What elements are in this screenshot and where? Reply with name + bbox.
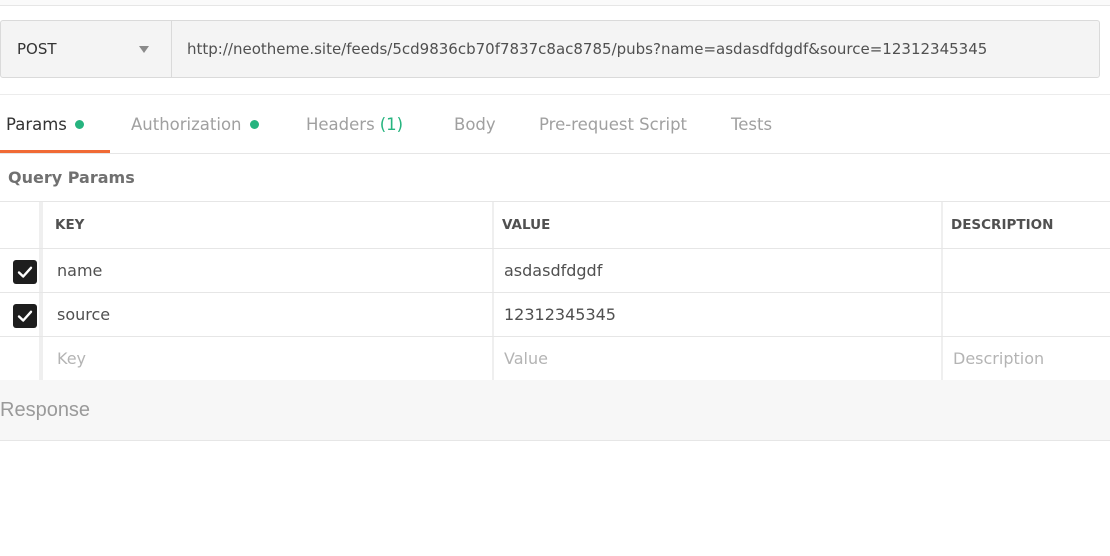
table-header-row: KEY VALUE DESCRIPTION [0,202,1110,249]
url-input[interactable]: http://neotheme.site/feeds/5cd9836cb70f7… [172,21,1099,77]
tab-headers-count: (1) [379,115,404,134]
response-label: Response [0,398,91,421]
table-row: source 12312345345 [0,293,1110,337]
column-header-description: DESCRIPTION [951,217,1054,233]
new-description-input[interactable]: Description [943,337,1110,380]
query-params-table: KEY VALUE DESCRIPTION name asdasdfdgdf s… [0,201,1110,381]
method-select[interactable]: POST [1,21,172,77]
active-tab-indicator [0,150,110,153]
tab-headers-label: Headers [306,115,375,134]
header-check-cell [0,202,43,248]
new-key-input[interactable]: Key [47,337,492,380]
tab-headers[interactable]: Headers (1) [306,95,403,154]
param-value-input[interactable]: 12312345345 [494,293,941,336]
checkbox-checked-icon[interactable] [13,260,37,284]
response-section: Response [0,380,1110,441]
chevron-down-icon[interactable] [139,46,149,53]
param-key-input[interactable]: source [47,293,492,336]
checkbox-checked-icon[interactable] [13,304,37,328]
column-header-key: KEY [55,217,85,233]
tab-authorization-label: Authorization [131,115,242,134]
new-value-input[interactable]: Value [494,337,941,380]
empty-check-cell [0,337,43,380]
status-dot-icon [74,120,84,129]
top-strip [0,0,1110,6]
tab-tests[interactable]: Tests [731,95,772,154]
request-bar: POST http://neotheme.site/feeds/5cd9836c… [0,20,1100,78]
tab-params-label: Params [6,115,67,134]
param-description-input[interactable] [943,293,1110,336]
column-header-value: VALUE [502,217,551,233]
param-key-input[interactable]: name [47,249,492,292]
tab-body-label: Body [454,115,496,134]
query-params-title: Query Params [8,168,135,187]
tab-body[interactable]: Body [454,95,496,154]
tab-authorization[interactable]: Authorization [131,95,259,154]
tab-tests-label: Tests [731,115,773,134]
request-tabs: Params Authorization Headers (1) Body Pr… [0,94,1110,154]
tab-params[interactable]: Params [6,95,84,154]
param-description-input[interactable] [943,249,1110,292]
table-row: name asdasdfdgdf [0,249,1110,293]
method-label: POST [17,40,57,58]
tab-pre-request-script-label: Pre-request Script [539,115,688,134]
table-row-new: Key Value Description [0,337,1110,381]
param-value-input[interactable]: asdasdfdgdf [494,249,941,292]
tab-pre-request-script[interactable]: Pre-request Script [539,95,687,154]
status-dot-icon [249,120,259,129]
